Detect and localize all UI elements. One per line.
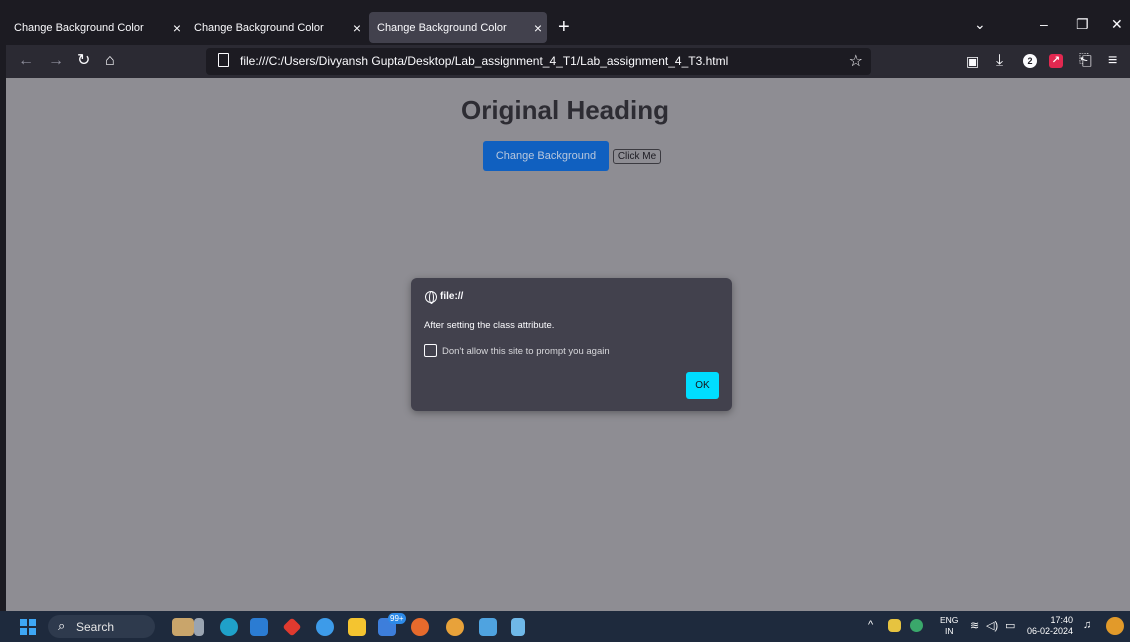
close-tab-icon[interactable]: × [348,20,366,36]
copilot-icon[interactable] [1106,617,1124,635]
notification-badge[interactable]: 2 [1023,54,1037,68]
app-diamond-icon[interactable] [282,617,302,637]
notification-bell-icon[interactable]: ♫ [1083,619,1091,631]
page-viewport: Original Heading Change Background Click… [6,78,1130,611]
taskbar: ⌕ Search 99+ ^ ENG IN ≋ ◁) ▭ 17:40 06-02… [0,611,1130,642]
search-label: Search [76,620,115,634]
tab-3-active[interactable]: Change Background Color × [369,12,547,43]
mail-badge: 99+ [388,613,406,624]
language-code: ENG [940,615,959,625]
notepad-icon[interactable] [511,618,525,636]
alert-dialog: file:// After setting the class attribut… [411,278,732,411]
tab-2[interactable]: Change Background Color × [186,12,366,43]
chrome-icon[interactable] [446,618,464,636]
list-all-tabs-icon[interactable]: ⌄ [974,16,986,33]
globe-icon [425,291,437,304]
back-icon[interactable]: ← [18,52,34,70]
app-round-icon[interactable] [316,618,334,636]
address-bar[interactable]: file:///C:/Users/Divyansh Gupta/Desktop/… [206,48,871,75]
page-icon [218,53,229,67]
taskbar-search[interactable]: ⌕ Search [48,615,155,638]
app-settings-icon[interactable] [479,618,497,636]
close-window-icon[interactable]: ✕ [1111,16,1123,33]
dialog-origin: file:// [440,291,464,302]
tray-app-icon[interactable] [888,619,901,632]
search-icon: ⌕ [58,618,66,633]
tab-title: Change Background Color [14,21,144,34]
save-to-pocket-icon[interactable]: ▣ [966,52,979,70]
url-text[interactable]: file:///C:/Users/Divyansh Gupta/Desktop/… [240,54,728,68]
click-me-button[interactable]: Click Me [613,149,661,164]
tab-title: Change Background Color [377,21,507,34]
restore-icon[interactable]: ❐ [1076,16,1089,33]
clock-time: 17:40 [1050,615,1074,625]
store-icon[interactable] [250,618,268,636]
dont-allow-checkbox[interactable] [424,344,437,357]
forward-icon[interactable]: → [48,52,64,70]
battery-icon[interactable]: ▭ [1005,619,1015,632]
calculator-icon[interactable] [194,618,204,636]
firefox-icon[interactable] [411,618,429,636]
close-tab-icon[interactable]: × [529,20,547,36]
file-explorer-icon[interactable] [348,618,366,636]
language-indicator[interactable]: ENG IN [940,615,958,637]
volume-icon[interactable]: ◁) [986,619,998,632]
windows-start-icon[interactable] [20,619,36,635]
downloads-icon[interactable]: ⤓ [996,52,1003,70]
change-background-button[interactable]: Change Background [483,141,609,171]
bookmark-star-icon[interactable]: ☆ [849,51,863,71]
page-heading: Original Heading [460,95,670,125]
wifi-icon[interactable]: ≋ [970,619,979,632]
system-clock[interactable]: 17:40 06-02-2024 [1027,615,1073,637]
dialog-message: After setting the class attribute. [424,320,555,331]
edge-icon[interactable] [220,618,238,636]
widgets-icon[interactable] [172,618,194,636]
browser-window: Change Background Color × Change Backgro… [6,9,1130,642]
tab-title: Change Background Color [194,21,324,34]
navigation-bar: ← → ↻ ⌂ file:///C:/Users/Divyansh Gupta/… [6,45,1130,78]
menu-icon[interactable]: ≡ [1108,52,1117,70]
share-icon[interactable]: ⎗ [1079,52,1092,70]
clock-date: 06-02-2024 [1027,626,1074,636]
tab-strip: Change Background Color × Change Backgro… [6,9,1130,45]
tab-1[interactable]: Change Background Color × [6,12,186,43]
tray-security-icon[interactable] [910,619,923,632]
region-code: IN [944,626,954,636]
extension-icon[interactable]: ↗ [1049,54,1063,68]
dont-allow-label[interactable]: Don't allow this site to prompt you agai… [442,346,610,357]
reload-icon[interactable]: ↻ [77,52,90,70]
home-icon[interactable]: ⌂ [105,52,115,70]
close-tab-icon[interactable]: × [168,20,186,36]
minimize-icon[interactable]: – [1040,16,1048,32]
new-tab-button[interactable]: + [558,17,570,37]
show-hidden-icons-icon[interactable]: ^ [868,619,873,631]
ok-button[interactable]: OK [686,372,719,399]
